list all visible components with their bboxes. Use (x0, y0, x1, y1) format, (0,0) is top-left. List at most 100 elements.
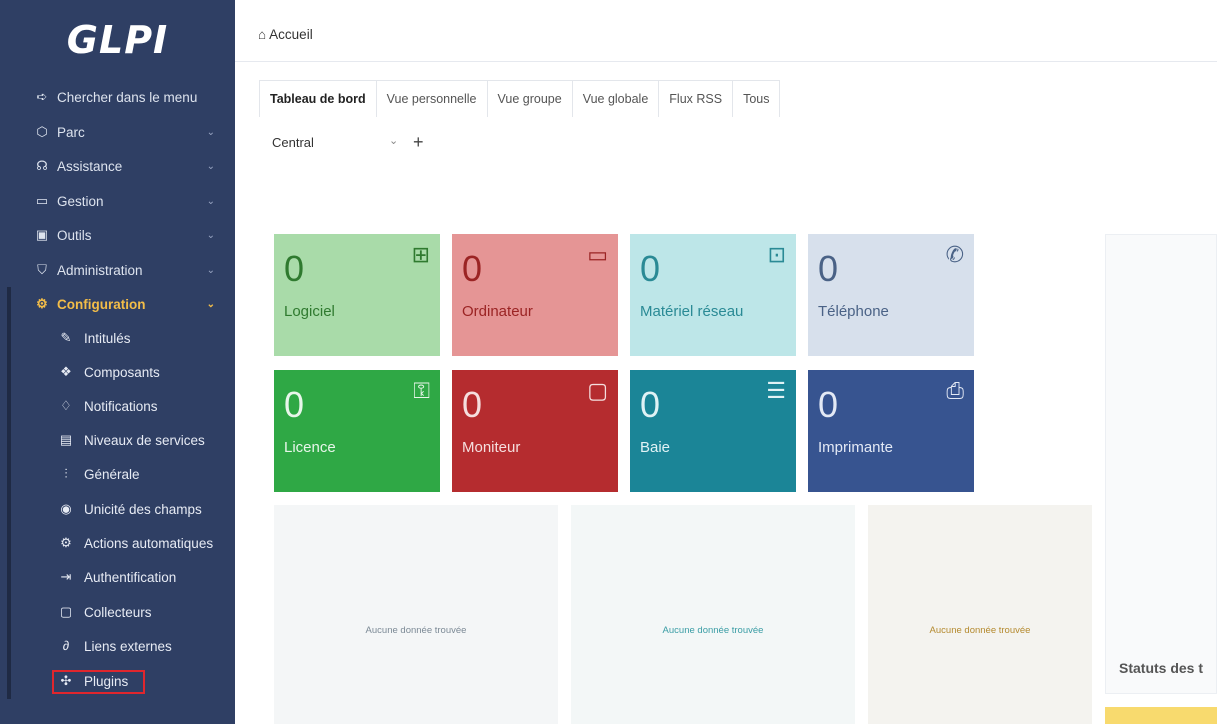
tab-vue-groupe[interactable]: Vue groupe (486, 80, 573, 117)
card-moniteur[interactable]: 0 Moniteur ▢ (452, 370, 618, 492)
menu-item-label: Gestion (57, 193, 104, 209)
submenu-item-label: Collecteurs (84, 605, 152, 620)
link-icon: ∂ (62, 638, 70, 653)
menu-item-label: Configuration (57, 296, 146, 312)
card-count: 0 (818, 384, 839, 425)
submenu-item-generale[interactable]: ⫶ Générale (0, 458, 235, 492)
login-icon: ⇥ (60, 569, 72, 584)
card-materiel-reseau[interactable]: 0 Matériel réseau ⊡ (630, 234, 796, 356)
top-bar: ⌂ Accueil (235, 0, 1217, 62)
card-telephone[interactable]: 0 Téléphone ✆ (808, 234, 974, 356)
no-data-message: Aucune donnée trouvée (365, 625, 467, 636)
key-icon: ⚿ (413, 378, 430, 403)
main-content: ⌂ Accueil Tableau de bord Vue personnell… (235, 0, 1217, 724)
menu-item-gestion[interactable]: ▭ Gestion ⌄ (0, 184, 235, 218)
breadcrumb-label: Accueil (269, 27, 313, 42)
submenu-item-collecteurs[interactable]: ▢ Collecteurs (0, 596, 235, 630)
shield-icon: ⛉ (37, 262, 47, 277)
card-label: Téléphone (818, 303, 889, 320)
menu-item-label: Assistance (57, 158, 123, 174)
widget-panel-2: Aucune donnée trouvée (571, 505, 855, 724)
card-baie[interactable]: 0 Baie ☰ (630, 370, 796, 492)
submenu-item-label: Liens externes (84, 639, 172, 654)
chevron-down-icon: ⌄ (206, 195, 215, 207)
menu-item-parc[interactable]: ⬡ Parc ⌄ (0, 115, 235, 149)
card-count: 0 (640, 248, 661, 289)
submenu-item-label: Actions automatiques (84, 536, 214, 551)
cube-icon: ⬡ (36, 124, 48, 139)
submenu-item-composants[interactable]: ❖ Composants (0, 356, 235, 390)
card-count: 0 (284, 248, 305, 289)
dashboard-select-value: Central (272, 135, 314, 150)
submenu-item-label: Authentification (84, 570, 177, 585)
widget-panel-status: Statuts des t (1105, 234, 1217, 694)
submenu-item-liens-externes[interactable]: ∂ Liens externes (0, 630, 235, 664)
home-icon: ⌂ (258, 27, 267, 42)
submenu-item-unicite-champs[interactable]: ◉ Unicité des champs (0, 493, 235, 527)
card-count: 0 (284, 384, 305, 425)
menu-search[interactable]: ➪ Chercher dans le menu (0, 80, 235, 114)
dashboard-select[interactable]: Central ⌄ (271, 128, 411, 156)
apps-icon: ⊞ (411, 242, 430, 267)
glpi-logo[interactable]: GLPI (0, 0, 235, 80)
chevron-down-icon: ⌄ (206, 264, 215, 276)
card-label: Imprimante (818, 439, 894, 456)
printer-icon: ⎙ (946, 378, 964, 403)
edit-icon: ✎ (60, 330, 72, 345)
submenu-item-actions-automatiques[interactable]: ⚙ Actions automatiques (0, 527, 235, 561)
plugins-highlight-box (52, 670, 145, 694)
menu-item-outils[interactable]: ▣ Outils ⌄ (0, 218, 235, 252)
menu-item-administration[interactable]: ⛉ Administration ⌄ (0, 253, 235, 287)
components-icon: ❖ (60, 364, 72, 379)
chevron-down-icon: ⌄ (206, 160, 215, 172)
phone-icon: ✆ (945, 242, 964, 267)
adjustments-icon: ⫶ (64, 466, 68, 481)
widget-panel-3: Aucune donnée trouvée (868, 505, 1092, 724)
breadcrumb[interactable]: ⌂ Accueil (258, 27, 313, 42)
sidebar: GLPI ➪ Chercher dans le menu ⬡ Parc ⌄ ☊ … (0, 0, 235, 724)
menu-item-assistance[interactable]: ☊ Assistance ⌄ (0, 149, 235, 183)
submenu-item-authentification[interactable]: ⇥ Authentification (0, 561, 235, 595)
tab-tous[interactable]: Tous (732, 80, 781, 117)
submenu-item-label: Composants (84, 365, 160, 380)
chevron-down-icon: ⌄ (206, 126, 215, 138)
card-logiciel[interactable]: 0 Logiciel ⊞ (274, 234, 440, 356)
tab-flux-rss[interactable]: Flux RSS (658, 80, 734, 117)
laptop-icon: ▭ (587, 242, 608, 267)
submenu-item-niveaux-services[interactable]: ▤ Niveaux de services (0, 424, 235, 458)
card-count: 0 (462, 384, 483, 425)
card-label: Moniteur (462, 439, 521, 456)
card-ordinateur[interactable]: 0 Ordinateur ▭ (452, 234, 618, 356)
fingerprint-icon: ◉ (60, 501, 72, 516)
submenu-item-label: Notifications (84, 399, 158, 414)
wallet-icon: ▭ (35, 193, 49, 208)
submenu-item-label: Intitulés (84, 331, 131, 346)
card-label: Licence (284, 439, 336, 456)
no-data-message: Aucune donnée trouvée (662, 625, 764, 636)
card-count: 0 (818, 248, 839, 289)
add-dashboard-button[interactable]: + (413, 132, 424, 153)
card-licence[interactable]: 0 Licence ⚿ (274, 370, 440, 492)
widget-panel-1: Aucune donnée trouvée (274, 505, 558, 724)
submenu-item-label: Unicité des champs (84, 502, 202, 517)
chevron-down-icon: ⌄ (206, 298, 215, 310)
clipboard-check-icon: ▤ (59, 432, 73, 447)
menu-item-label: Administration (57, 262, 143, 278)
card-label: Matériel réseau (640, 303, 744, 320)
tab-vue-personnelle[interactable]: Vue personnelle (375, 80, 488, 117)
tab-vue-globale[interactable]: Vue globale (571, 80, 660, 117)
submenu-item-intitules[interactable]: ✎ Intitulés (0, 322, 235, 356)
network-icon: ⊡ (767, 242, 786, 267)
card-count: 0 (640, 384, 661, 425)
card-label: Logiciel (284, 303, 335, 320)
card-imprimante[interactable]: 0 Imprimante ⎙ (808, 370, 974, 492)
card-label: Baie (640, 439, 671, 456)
submenu-item-notifications[interactable]: ♢ Notifications (0, 390, 235, 424)
briefcase-icon: ▣ (35, 227, 49, 242)
menu-item-configuration[interactable]: ⚙ Configuration ⌄ (0, 287, 235, 321)
menu-item-label: Parc (57, 124, 85, 140)
widget-title: Statuts des t (1119, 660, 1204, 676)
widget-panel-yellow (1105, 707, 1217, 724)
settings-automation-icon: ⚙ (60, 535, 72, 550)
tab-tableau-de-bord[interactable]: Tableau de bord (259, 80, 377, 117)
